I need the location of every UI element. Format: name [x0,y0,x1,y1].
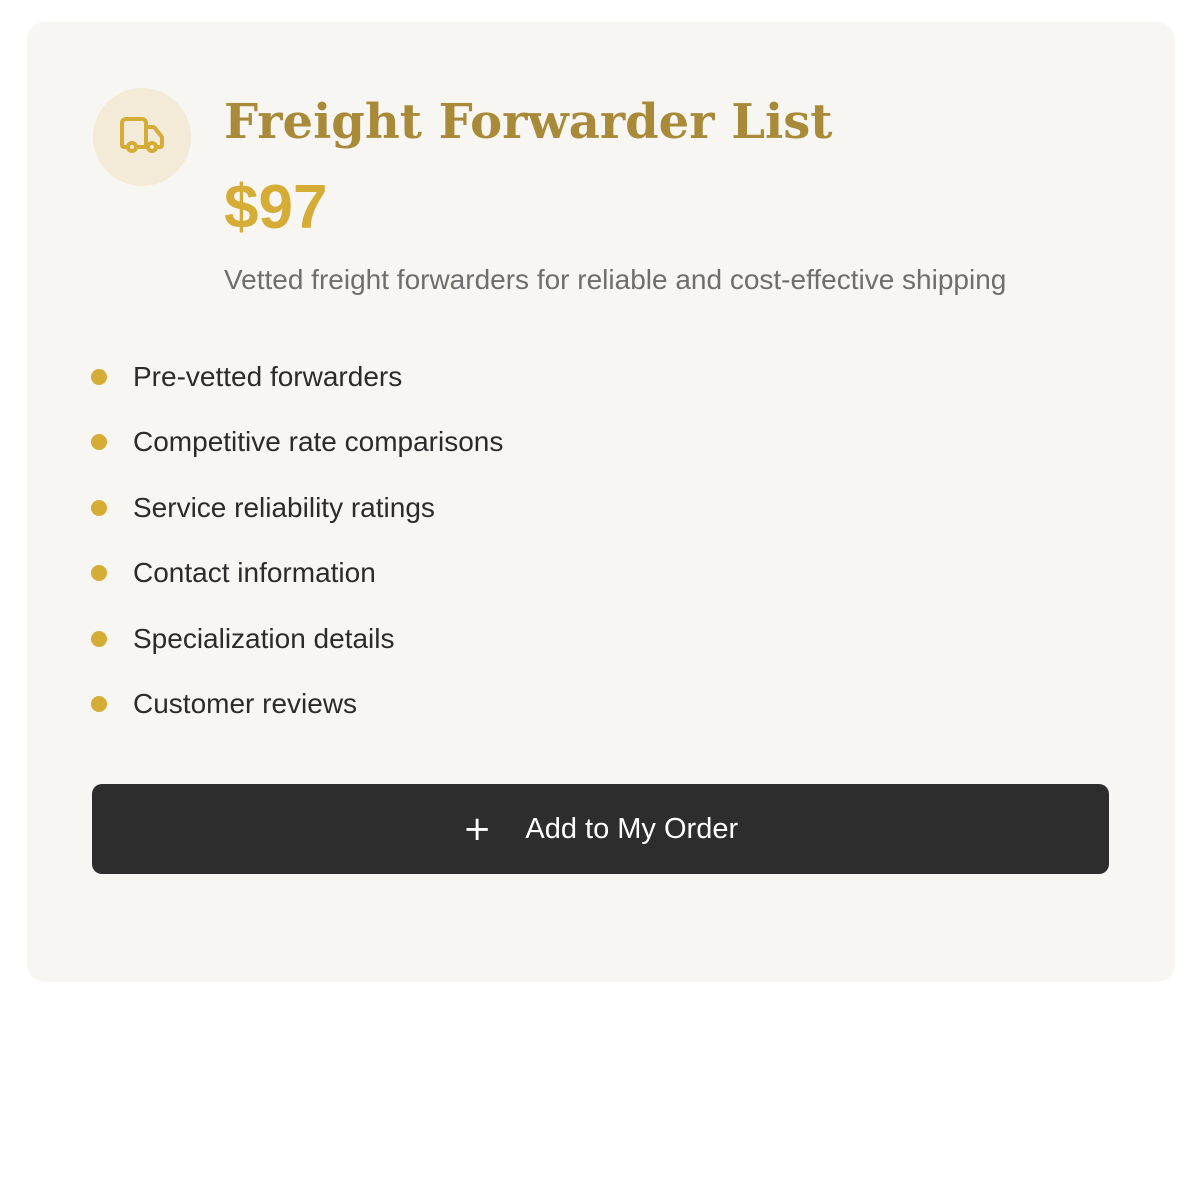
bullet-dot-icon [91,696,107,713]
bullet-dot-icon [91,368,107,385]
feature-item: Competitive rate comparisons [91,410,503,476]
feature-label: Competitive rate comparisons [133,426,504,458]
feature-label: Service reliability ratings [133,491,435,523]
feature-item: Contact information [91,541,503,607]
bullet-dot-icon [91,499,107,516]
product-card: Freight Forwarder List $97 Vetted freigh… [27,22,1175,982]
bullet-dot-icon [91,434,107,451]
plus-icon: + [462,809,492,849]
feature-item: Specialization details [91,606,503,672]
bullet-dot-icon [91,630,107,647]
feature-item: Customer reviews [91,672,503,738]
feature-list: Pre-vetted forwarders Competitive rate c… [91,344,503,737]
add-to-order-button[interactable]: + Add to My Order [92,784,1109,874]
feature-label: Pre-vetted forwarders [133,360,403,392]
add-to-order-label: Add to My Order [525,812,739,845]
feature-item: Pre-vetted forwarders [91,344,503,410]
truck-icon [118,111,166,164]
feature-label: Contact information [133,557,376,589]
bullet-dot-icon [91,565,107,582]
feature-item: Service reliability ratings [91,475,503,541]
feature-label: Specialization details [133,622,395,654]
product-title: Freight Forwarder List [224,94,833,150]
product-description: Vetted freight forwarders for reliable a… [224,264,1007,295]
feature-label: Customer reviews [133,688,358,720]
product-price: $97 [224,173,328,242]
icon-badge [93,88,191,186]
